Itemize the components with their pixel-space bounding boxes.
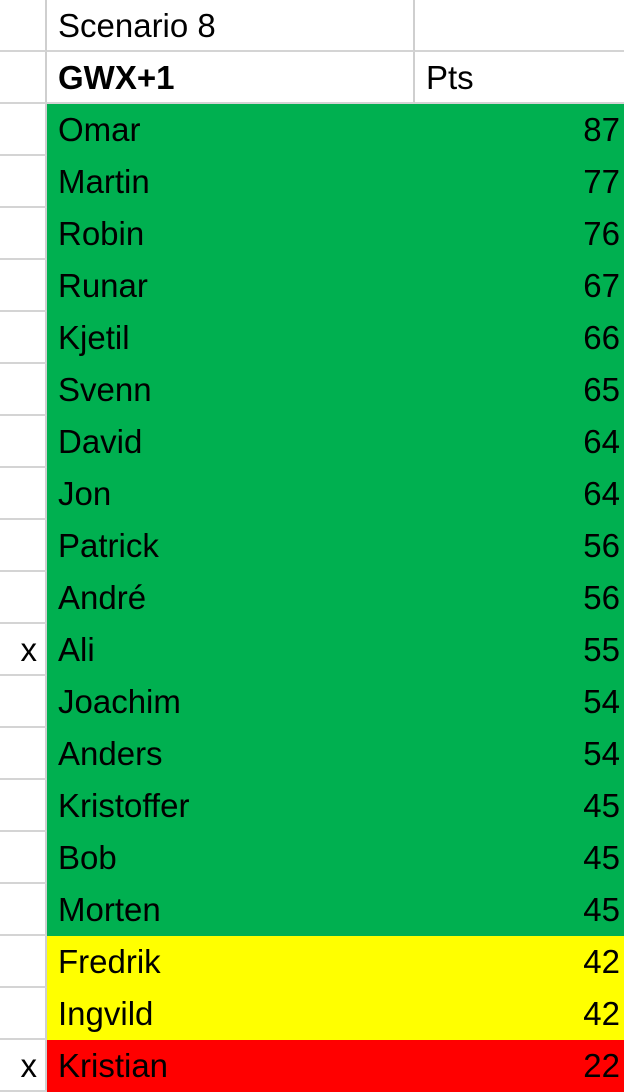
- player-name-cell[interactable]: Kjetil: [47, 312, 415, 364]
- table-row: x Kristian 22: [0, 1040, 624, 1092]
- player-pts-cell[interactable]: 56: [415, 520, 624, 572]
- player-name-cell[interactable]: Jon: [47, 468, 415, 520]
- player-pts-cell[interactable]: 76: [415, 208, 624, 260]
- player-pts-cell[interactable]: 64: [415, 416, 624, 468]
- player-pts-cell[interactable]: 66: [415, 312, 624, 364]
- table-row: x Ali 55: [0, 624, 624, 676]
- table-row: André 56: [0, 572, 624, 624]
- player-pts-cell[interactable]: 45: [415, 832, 624, 884]
- player-pts-cell[interactable]: 64: [415, 468, 624, 520]
- player-name-cell[interactable]: Anders: [47, 728, 415, 780]
- player-pts-cell[interactable]: 65: [415, 364, 624, 416]
- table-row: Runar 67: [0, 260, 624, 312]
- row-marker-cell[interactable]: [0, 0, 47, 52]
- row-marker-cell[interactable]: [0, 468, 47, 520]
- row-marker-cell[interactable]: [0, 884, 47, 936]
- player-name-cell[interactable]: Kristian: [47, 1040, 415, 1092]
- empty-cell[interactable]: [415, 0, 624, 52]
- player-name-cell[interactable]: Morten: [47, 884, 415, 936]
- player-name-cell[interactable]: Ali: [47, 624, 415, 676]
- row-marker-cell[interactable]: [0, 156, 47, 208]
- player-name-cell[interactable]: Bob: [47, 832, 415, 884]
- player-name-cell[interactable]: Robin: [47, 208, 415, 260]
- player-name-cell[interactable]: Runar: [47, 260, 415, 312]
- table-row: Bob 45: [0, 832, 624, 884]
- row-marker-cell[interactable]: [0, 520, 47, 572]
- player-name-cell[interactable]: Ingvild: [47, 988, 415, 1040]
- column-header-row: GWX+1 Pts: [0, 52, 624, 104]
- player-name-cell[interactable]: Fredrik: [47, 936, 415, 988]
- player-pts-cell[interactable]: 22: [415, 1040, 624, 1092]
- player-pts-cell[interactable]: 67: [415, 260, 624, 312]
- player-pts-cell[interactable]: 45: [415, 780, 624, 832]
- player-name-cell[interactable]: Omar: [47, 104, 415, 156]
- title-row: Scenario 8: [0, 0, 624, 52]
- table-row: Morten 45: [0, 884, 624, 936]
- table-row: Martin 77: [0, 156, 624, 208]
- name-column-header[interactable]: GWX+1: [47, 52, 415, 104]
- row-marker-cell[interactable]: x: [0, 624, 47, 676]
- table-row: Patrick 56: [0, 520, 624, 572]
- player-name-cell[interactable]: Svenn: [47, 364, 415, 416]
- table-row: Omar 87: [0, 104, 624, 156]
- player-name-cell[interactable]: Patrick: [47, 520, 415, 572]
- player-pts-cell[interactable]: 42: [415, 988, 624, 1040]
- player-pts-cell[interactable]: 54: [415, 676, 624, 728]
- row-marker-cell[interactable]: [0, 728, 47, 780]
- row-marker-cell[interactable]: x: [0, 1040, 47, 1092]
- row-marker-cell[interactable]: [0, 832, 47, 884]
- row-marker-cell[interactable]: [0, 936, 47, 988]
- table-row: Svenn 65: [0, 364, 624, 416]
- player-pts-cell[interactable]: 54: [415, 728, 624, 780]
- player-pts-cell[interactable]: 77: [415, 156, 624, 208]
- row-marker-cell[interactable]: [0, 260, 47, 312]
- table-row: Kristoffer 45: [0, 780, 624, 832]
- scenario-title-cell[interactable]: Scenario 8: [47, 0, 415, 52]
- player-name-cell[interactable]: André: [47, 572, 415, 624]
- pts-column-header[interactable]: Pts: [415, 52, 624, 104]
- row-marker-cell[interactable]: [0, 676, 47, 728]
- table-row: Jon 64: [0, 468, 624, 520]
- table-row: Fredrik 42: [0, 936, 624, 988]
- table-row: Joachim 54: [0, 676, 624, 728]
- player-name-cell[interactable]: David: [47, 416, 415, 468]
- player-pts-cell[interactable]: 56: [415, 572, 624, 624]
- row-marker-cell[interactable]: [0, 416, 47, 468]
- table-row: David 64: [0, 416, 624, 468]
- row-marker-cell[interactable]: [0, 208, 47, 260]
- player-name-cell[interactable]: Kristoffer: [47, 780, 415, 832]
- player-name-cell[interactable]: Joachim: [47, 676, 415, 728]
- table-row: Robin 76: [0, 208, 624, 260]
- player-pts-cell[interactable]: 45: [415, 884, 624, 936]
- row-marker-cell[interactable]: [0, 52, 47, 104]
- table-row: Anders 54: [0, 728, 624, 780]
- row-marker-cell[interactable]: [0, 572, 47, 624]
- row-marker-cell[interactable]: [0, 104, 47, 156]
- row-marker-cell[interactable]: [0, 988, 47, 1040]
- player-pts-cell[interactable]: 55: [415, 624, 624, 676]
- player-name-cell[interactable]: Martin: [47, 156, 415, 208]
- table-row: Ingvild 42: [0, 988, 624, 1040]
- player-pts-cell[interactable]: 42: [415, 936, 624, 988]
- row-marker-cell[interactable]: [0, 780, 47, 832]
- table-row: Kjetil 66: [0, 312, 624, 364]
- player-pts-cell[interactable]: 87: [415, 104, 624, 156]
- row-marker-cell[interactable]: [0, 312, 47, 364]
- row-marker-cell[interactable]: [0, 364, 47, 416]
